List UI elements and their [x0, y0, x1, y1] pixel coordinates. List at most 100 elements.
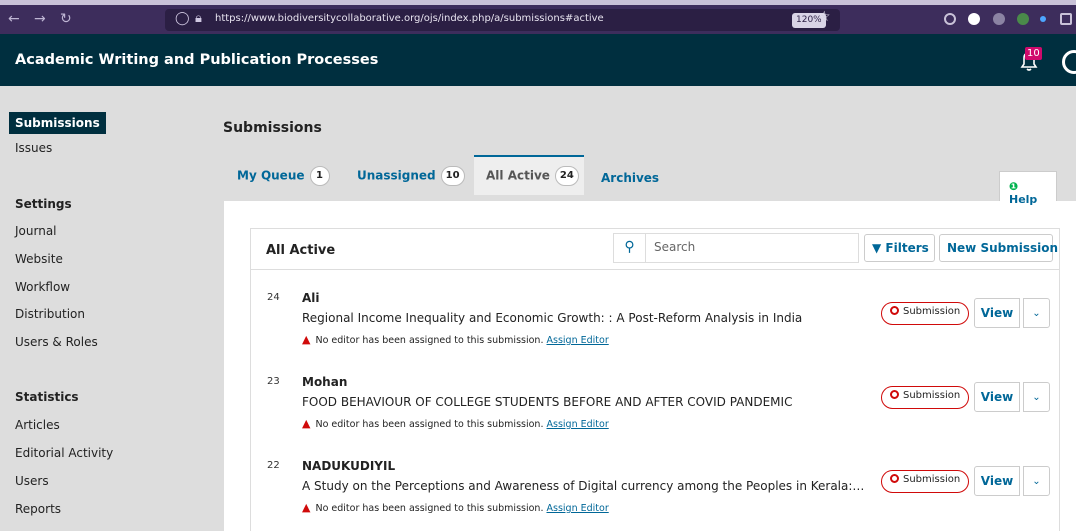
tab-all-active[interactable]: All Active 24	[486, 166, 579, 186]
tab-unassigned[interactable]: Unassigned 10	[357, 166, 465, 186]
submission-author[interactable]: NADUKUDIYIL	[302, 459, 395, 473]
expand-button[interactable]: ⌄	[1023, 466, 1050, 496]
address-bar[interactable]: ◯ 🔒︎ https://www.biodiversitycollaborati…	[165, 9, 840, 31]
filters-label: Filters	[885, 241, 929, 255]
app-header: Academic Writing and Publication Process…	[0, 34, 1076, 86]
search-icon[interactable]: ⚲	[614, 234, 646, 262]
stage-badge: Submission	[881, 386, 970, 409]
sidebar-heading-settings: Settings	[15, 197, 72, 211]
extension-icon[interactable]	[1017, 13, 1029, 25]
stage-badge: Submission	[881, 470, 970, 493]
chevron-down-icon: ⌄	[1032, 307, 1041, 319]
warning-text: No editor has been assigned to this subm…	[315, 335, 544, 346]
sidebar-item-website[interactable]: Website	[15, 252, 63, 266]
tab-count-badge: 1	[309, 166, 330, 186]
submission-author[interactable]: Mohan	[302, 375, 347, 389]
chevron-down-icon: ⌄	[1032, 475, 1041, 487]
sidebar-item-articles[interactable]: Articles	[15, 418, 60, 432]
submission-id: 23	[267, 376, 280, 387]
stage-circle-icon	[890, 390, 899, 399]
warning-icon: ▲	[302, 333, 311, 346]
sidebar-item-workflow[interactable]: Workflow	[15, 280, 70, 294]
warning-text: No editor has been assigned to this subm…	[315, 419, 544, 430]
view-button[interactable]: View	[974, 298, 1020, 328]
notification-count: 10	[1025, 47, 1042, 60]
sidebar-item-users[interactable]: Users	[15, 474, 49, 488]
sidebar: Submissions Issues Settings Journal Webs…	[0, 86, 205, 531]
submission-id: 22	[267, 460, 280, 471]
assign-editor-link[interactable]: Assign Editor	[547, 335, 609, 346]
menu-icon[interactable]	[1060, 13, 1072, 25]
browser-toolbar: ← → ↻ ◯ 🔒︎ https://www.biodiversitycolla…	[0, 0, 1076, 34]
list-item: 23 Mohan FOOD BEHAVIOUR OF COLLEGE STUDE…	[251, 366, 1059, 448]
tab-label: Unassigned	[357, 168, 436, 183]
lock-icon[interactable]: 🔒︎	[195, 11, 202, 26]
editor-warning: ▲ No editor has been assigned to this sub…	[302, 417, 609, 430]
list-item: 24 Ali Regional Income Inequality and Ec…	[251, 282, 1059, 364]
sidebar-item-reports[interactable]: Reports	[15, 502, 61, 516]
tab-count-badge: 24	[554, 166, 579, 186]
tab-label: My Queue	[237, 168, 305, 183]
submission-title[interactable]: A Study on the Perceptions and Awareness…	[302, 479, 866, 493]
help-label: Help	[1009, 193, 1038, 206]
view-button[interactable]: View	[974, 382, 1020, 412]
list-header: All Active ⚲ ▼ Filters New Submission	[251, 229, 1059, 270]
tab-count-badge: 10	[440, 166, 465, 186]
filter-icon: ▼	[872, 241, 882, 255]
info-icon: ❶	[1009, 180, 1019, 193]
expand-button[interactable]: ⌄	[1023, 298, 1050, 328]
sidebar-item-journal[interactable]: Journal	[15, 224, 57, 238]
new-submission-button[interactable]: New Submission	[939, 234, 1058, 262]
expand-button[interactable]: ⌄	[1023, 382, 1050, 412]
tab-label: Archives	[601, 171, 660, 185]
extension-icon[interactable]	[1040, 16, 1046, 22]
back-icon[interactable]: ←	[8, 11, 20, 27]
user-avatar-icon[interactable]	[1062, 50, 1076, 74]
tab-label: All Active	[486, 168, 550, 183]
editor-warning: ▲ No editor has been assigned to this sub…	[302, 501, 609, 514]
list-item: 22 NADUKUDIYIL A Study on the Perception…	[251, 450, 1059, 531]
journal-title[interactable]: Academic Writing and Publication Process…	[15, 52, 378, 68]
assign-editor-link[interactable]: Assign Editor	[547, 419, 609, 430]
stage-circle-icon	[890, 306, 899, 315]
warning-icon: ▲	[302, 417, 311, 430]
tab-my-queue[interactable]: My Queue 1	[237, 166, 330, 186]
pocket-icon[interactable]	[944, 13, 956, 25]
shield-icon[interactable]: ◯	[175, 11, 190, 26]
help-button[interactable]: ❶ Help	[999, 171, 1057, 206]
search-box: ⚲	[613, 233, 859, 263]
submission-id: 24	[267, 292, 280, 303]
extension-icon[interactable]	[968, 13, 980, 25]
page-title: Submissions	[223, 120, 322, 136]
tab-archives[interactable]: Archives	[601, 171, 659, 185]
sidebar-item-submissions[interactable]: Submissions	[9, 112, 106, 134]
url-text: https://www.biodiversitycollaborative.or…	[215, 13, 604, 24]
extension-icon[interactable]	[993, 13, 1005, 25]
stage-label: Submission	[903, 474, 961, 485]
stage-circle-icon	[890, 474, 899, 483]
forward-icon[interactable]: →	[34, 11, 46, 27]
editor-warning: ▲ No editor has been assigned to this sub…	[302, 333, 609, 346]
stage-label: Submission	[903, 306, 961, 317]
list-title: All Active	[266, 243, 336, 258]
chevron-down-icon: ⌄	[1032, 391, 1041, 403]
submission-title[interactable]: Regional Income Inequality and Economic …	[302, 311, 866, 325]
filters-button[interactable]: ▼ Filters	[864, 234, 935, 262]
submissions-list-panel: All Active ⚲ ▼ Filters New Submission 24…	[250, 228, 1060, 531]
sidebar-heading-statistics: Statistics	[15, 390, 79, 404]
stage-label: Submission	[903, 390, 961, 401]
search-input[interactable]	[654, 240, 844, 254]
reload-icon[interactable]: ↻	[60, 11, 72, 27]
sidebar-item-issues[interactable]: Issues	[15, 141, 52, 155]
submission-author[interactable]: Ali	[302, 291, 320, 305]
bookmark-star-icon[interactable]: ☆	[818, 9, 831, 25]
sidebar-item-editorial-activity[interactable]: Editorial Activity	[15, 446, 113, 460]
stage-badge: Submission	[881, 302, 970, 325]
view-button[interactable]: View	[974, 466, 1020, 496]
assign-editor-link[interactable]: Assign Editor	[547, 503, 609, 514]
sidebar-item-distribution[interactable]: Distribution	[15, 307, 85, 321]
warning-icon: ▲	[302, 501, 311, 514]
sidebar-item-users-roles[interactable]: Users & Roles	[15, 335, 98, 349]
warning-text: No editor has been assigned to this subm…	[315, 503, 544, 514]
submission-title[interactable]: FOOD BEHAVIOUR OF COLLEGE STUDENTS BEFOR…	[302, 395, 866, 409]
